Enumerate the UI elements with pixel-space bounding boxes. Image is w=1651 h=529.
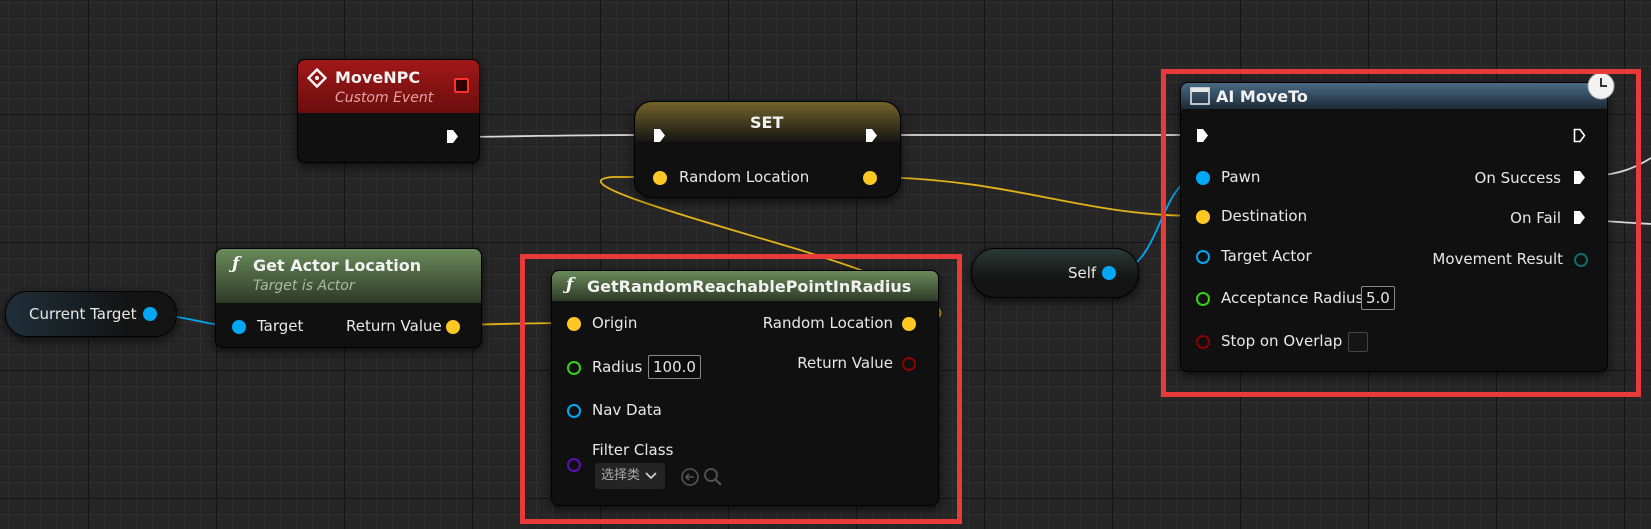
self-label: Self	[1068, 264, 1097, 282]
highlight-box-ai-move-to	[1161, 69, 1641, 397]
self-reference-node[interactable]: Self	[971, 248, 1139, 298]
get-actor-location-subtitle: Target is Actor	[253, 278, 355, 294]
exec-wire-move-to-set	[461, 134, 651, 138]
highlight-box-random-point	[520, 254, 962, 524]
get-actor-location-node[interactable]: ƒ Get Actor Location Target is Actor Tar…	[215, 248, 482, 348]
exec-out-pin[interactable]	[446, 129, 459, 144]
exec-in-pin[interactable]	[653, 128, 666, 143]
set-title: SET	[750, 113, 784, 132]
current-target-variable-node[interactable]: Current Target	[5, 291, 177, 337]
move-npc-subtitle: Custom Event	[335, 90, 434, 106]
exec-out-pin[interactable]	[865, 128, 878, 143]
set-variable-node[interactable]: SET Random Location	[634, 101, 901, 198]
event-delegate-pin[interactable]	[454, 78, 469, 93]
return-value-output-pin[interactable]	[446, 320, 460, 334]
current-target-label: Current Target	[29, 305, 137, 323]
random-location-input-pin[interactable]	[653, 171, 667, 185]
random-location-output-pin[interactable]	[863, 171, 877, 185]
event-diamond-icon	[307, 68, 327, 88]
target-pin-label: Target	[257, 317, 304, 335]
get-actor-location-title: Get Actor Location	[253, 256, 422, 275]
function-icon: ƒ	[232, 254, 240, 274]
random-location-label: Random Location	[679, 168, 810, 186]
target-input-pin[interactable]	[232, 320, 246, 334]
vector-wire-set-to-destination	[875, 176, 1201, 217]
move-npc-title: MoveNPC	[335, 68, 421, 87]
current-target-output-pin[interactable]	[143, 307, 157, 321]
return-value-label: Return Value	[346, 317, 442, 335]
self-output-pin[interactable]	[1102, 266, 1116, 280]
move-npc-event-node[interactable]: MoveNPC Custom Event	[297, 59, 480, 163]
